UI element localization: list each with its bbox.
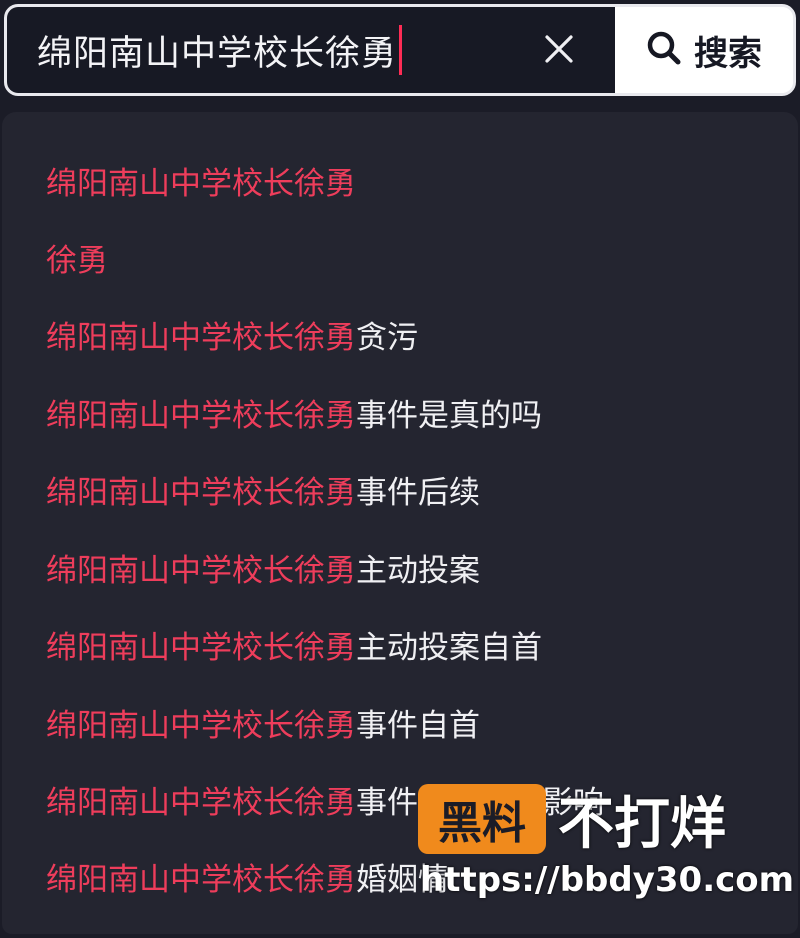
suggestion-rest: 事件后续 (356, 474, 480, 511)
suggestion-item[interactable]: 绵阳南山中学校长徐勇 主动投案 (46, 547, 480, 589)
search-icon (646, 30, 682, 70)
suggestion-item[interactable]: 徐勇 (46, 237, 108, 279)
suggestion-highlight: 绵阳南山中学校长徐勇 (46, 165, 356, 202)
page: 绵阳南山中学校长徐勇 搜索 绵阳南山中学校长徐勇 徐勇 绵阳南山中学校长徐勇 贪… (0, 0, 800, 938)
suggestion-rest: 主动投案 (356, 552, 480, 589)
search-bar: 绵阳南山中学校长徐勇 搜索 (4, 4, 796, 96)
clear-button[interactable] (537, 29, 581, 73)
search-button[interactable]: 搜索 (615, 7, 793, 93)
suggestion-highlight: 绵阳南山中学校长徐勇 (46, 707, 356, 744)
suggestion-item[interactable]: 绵阳南山中学校长徐勇 主动投案自首 (46, 624, 542, 666)
suggestion-item[interactable]: 绵阳南山中学校长徐勇 贪污 (46, 314, 418, 356)
watermark-badge: 黑料 (418, 784, 546, 854)
suggestion-item[interactable]: 绵阳南山中学校长徐勇 事件后续 (46, 469, 480, 511)
suggestion-item[interactable]: 绵阳南山中学校长徐勇 婚姻情 (46, 856, 449, 898)
text-caret (399, 25, 403, 75)
suggestion-highlight: 徐勇 (46, 242, 108, 279)
watermark-url: https://bbdy30.com (420, 860, 795, 900)
suggestion-highlight: 绵阳南山中学校长徐勇 (46, 474, 356, 511)
suggestion-highlight: 绵阳南山中学校长徐勇 (46, 552, 356, 589)
suggestion-highlight: 绵阳南山中学校长徐勇 (46, 629, 356, 666)
suggestion-rest: 事件是真的吗 (356, 397, 542, 434)
suggestion-item[interactable]: 绵阳南山中学校长徐勇 事件自首 (46, 702, 480, 744)
suggestion-rest: 事件自首 (356, 707, 480, 744)
search-field[interactable]: 绵阳南山中学校长徐勇 (7, 7, 615, 93)
suggestion-highlight: 绵阳南山中学校长徐勇 (46, 861, 356, 898)
suggestion-highlight: 绵阳南山中学校长徐勇 (46, 319, 356, 356)
suggestion-rest: 主动投案自首 (356, 629, 542, 666)
search-query-text: 绵阳南山中学校长徐勇 (37, 33, 398, 74)
watermark-text: 不打烊 (558, 791, 726, 857)
suggestion-item[interactable]: 绵阳南山中学校长徐勇 事件是真的吗 (46, 392, 542, 434)
search-button-label: 搜索 (694, 33, 762, 74)
watermark: 黑料 不打烊 https://bbdy30.com (418, 780, 794, 900)
suggestion-highlight: 绵阳南山中学校长徐勇 (46, 397, 356, 434)
suggestion-highlight: 绵阳南山中学校长徐勇 (46, 784, 356, 821)
close-icon (543, 33, 575, 69)
suggestion-rest: 贪污 (356, 319, 418, 356)
search-input[interactable]: 绵阳南山中学校长徐勇 (37, 7, 403, 93)
suggestion-item[interactable]: 绵阳南山中学校长徐勇 (46, 160, 356, 202)
